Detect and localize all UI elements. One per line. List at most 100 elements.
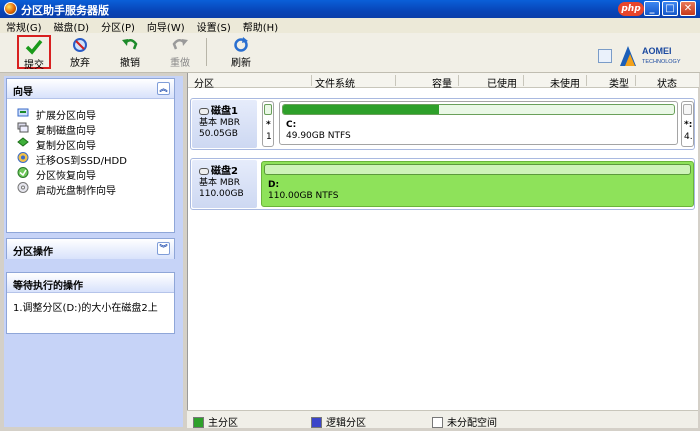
tail-label: *: [684,120,693,130]
legend-unallocated: 未分配空间 [432,414,497,429]
wizard-item-label: 启动光盘制作向导 [36,186,116,197]
brand-line2: TECHNOLOGY [642,59,681,65]
disk-size: 110.00GB [199,189,244,199]
partition-info: 110.00GB NTFS [268,191,339,201]
redo-icon [172,39,188,50]
disk-name: 磁盘1 [211,106,238,117]
primary-swatch [193,417,204,428]
partition-ops-header[interactable]: 分区操作 ︾ [7,239,174,259]
logical-swatch [311,417,322,428]
disk-row[interactable]: 磁盘1 基本 MBR 50.05GB * 1 C: 49.90GB NTFS *… [190,98,695,150]
commit-button[interactable]: 提交 [17,35,51,71]
toolbar: 提交 放弃 撤销 重做 刷新 [0,33,700,73]
toolbar-separator [206,38,207,66]
col-type[interactable]: 类型 [609,75,629,90]
menu-disk[interactable]: 磁盘(D) [48,18,96,34]
legend-label: 逻辑分区 [326,418,366,429]
discard-icon [73,38,87,52]
partition-info: 49.90GB NTFS [286,131,351,141]
pending-ops-title: 等待执行的操作 [13,281,83,292]
undo-icon [122,39,138,50]
wizard-item-partition-recovery[interactable]: 分区恢复向导 [7,165,174,182]
wizard-item-migrate-os[interactable]: 迁移OS到SSD/HDD [7,150,174,167]
app-icon [4,2,17,15]
disk-size: 50.05GB [199,129,238,139]
aomei-logo: AOMEI TECHNOLOGY [620,46,681,66]
legend-primary: 主分区 [193,414,238,429]
title-bar: 分区助手服务器版 php _ □ ✕ [0,0,700,18]
undo-label: 撤销 [120,58,140,69]
wizard-section: 向导 ︽ 扩展分区向导 复制磁盘向导 复制分区向导 迁移OS到SSD/HDD 分… [6,78,175,233]
partition-c[interactable]: C: 49.90GB NTFS [279,101,678,145]
unallocated-swatch [432,417,443,428]
col-free[interactable]: 未使用 [550,75,580,90]
copy-disk-icon [17,122,29,133]
disk-info: 磁盘2 基本 MBR 110.00GB [192,160,257,208]
partition-ops-section: 分区操作 ︾ [6,238,175,259]
partition-recovery-icon [17,167,29,178]
discard-button[interactable]: 放弃 [63,35,97,69]
legend-logical: 逻辑分区 [311,414,366,429]
menu-bar: 常规(G) 磁盘(D) 分区(P) 向导(W) 设置(S) 帮助(H) [0,18,700,34]
left-panel: 向导 ︽ 扩展分区向导 复制磁盘向导 复制分区向导 迁移OS到SSD/HDD 分… [4,76,183,427]
bootable-cd-icon [17,182,29,193]
wizard-item-extend-partition[interactable]: 扩展分区向导 [7,105,174,122]
migrate-os-icon [17,152,29,163]
commit-label: 提交 [24,60,44,71]
system-reserved-partition[interactable]: * 1 [262,101,274,147]
usage-bar [282,104,675,115]
small-part-num: 1 [266,132,272,142]
col-partition[interactable]: 分区 [194,75,214,90]
refresh-label: 刷新 [231,58,251,69]
menu-help[interactable]: 帮助(H) [237,18,284,34]
menu-general[interactable]: 常规(G) [0,18,48,34]
redo-label: 重做 [170,58,190,69]
partition-d[interactable]: D: 110.00GB NTFS [261,161,694,207]
legend-bar: 主分区 逻辑分区 未分配空间 [187,410,698,429]
checkmark-icon [25,39,43,55]
copy-partition-icon [17,137,29,147]
menu-partition[interactable]: 分区(P) [95,18,141,34]
php-badge: php [618,2,644,16]
close-button[interactable]: ✕ [680,1,696,16]
window-title: 分区助手服务器版 [21,4,109,17]
expand-down-icon[interactable]: ︾ [157,242,170,255]
wizard-item-copy-disk[interactable]: 复制磁盘向导 [7,120,174,137]
small-part-label: * [266,120,271,130]
hard-disk-icon [199,168,209,175]
disk-type: 基本 MBR [199,118,241,128]
brand-line1: AOMEI [642,46,672,56]
pending-op-item[interactable]: 1.调整分区(D:)的大小在磁盘2上 [7,293,174,314]
wizard-item-bootable-cd[interactable]: 启动光盘制作向导 [7,180,174,197]
undo-button[interactable]: 撤销 [113,35,147,69]
pending-ops-section: 等待执行的操作 1.调整分区(D:)的大小在磁盘2上 [6,272,175,334]
col-capacity[interactable]: 容量 [432,75,452,90]
usage-fill [283,105,440,114]
col-filesystem[interactable]: 文件系统 [315,75,355,90]
menu-settings[interactable]: 设置(S) [191,18,237,34]
minimize-button[interactable]: _ [644,1,660,16]
extend-partition-icon [17,108,29,117]
partition-ops-title: 分区操作 [13,247,53,258]
maximize-button[interactable]: □ [662,1,678,16]
discard-label: 放弃 [70,58,90,69]
wizard-section-header[interactable]: 向导 ︽ [7,79,174,99]
disk-type: 基本 MBR [199,178,241,188]
menu-wizard[interactable]: 向导(W) [141,18,191,34]
disk-info: 磁盘1 基本 MBR 50.05GB [192,100,257,148]
legend-label: 未分配空间 [447,418,497,429]
pending-ops-header: 等待执行的操作 [7,273,174,293]
wizard-item-copy-partition[interactable]: 复制分区向导 [7,135,174,152]
tail-partition[interactable]: *: 4. [681,101,694,147]
col-used[interactable]: 已使用 [487,75,517,90]
tail-num: 4. [684,132,693,142]
refresh-button[interactable]: 刷新 [224,35,258,69]
collapse-up-icon[interactable]: ︽ [157,82,170,95]
option-checkbox[interactable] [598,49,612,63]
refresh-icon [234,37,248,52]
disk-row[interactable]: 磁盘2 基本 MBR 110.00GB D: 110.00GB NTFS [190,158,695,210]
redo-button[interactable]: 重做 [163,35,197,69]
col-status[interactable]: 状态 [657,75,677,90]
hard-disk-icon [199,108,209,115]
wizard-title: 向导 [13,87,33,98]
